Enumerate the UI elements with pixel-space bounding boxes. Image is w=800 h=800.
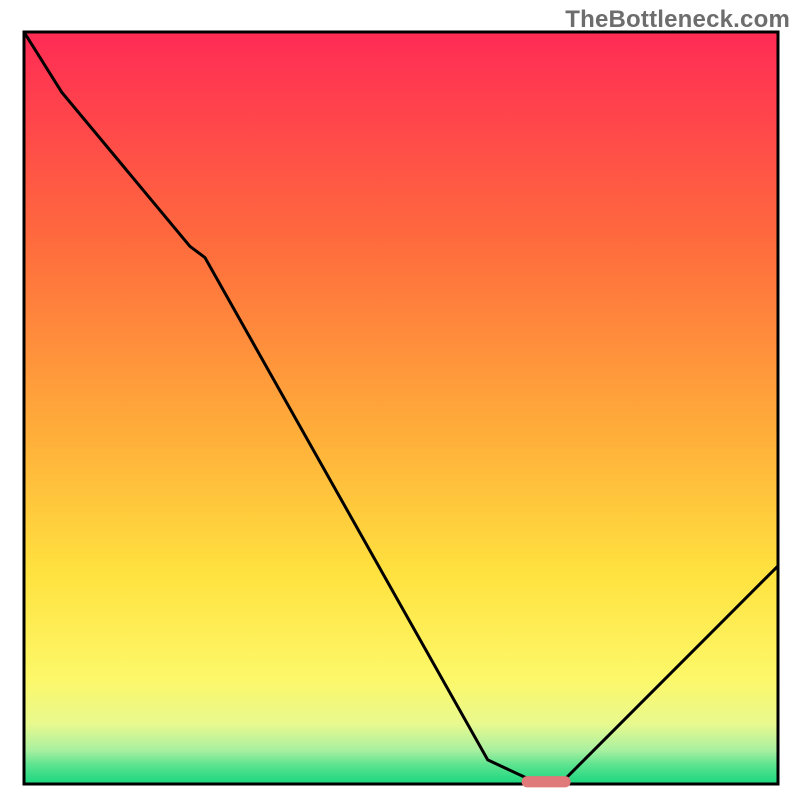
gradient-background	[24, 32, 778, 784]
bottleneck-chart: TheBottleneck.com	[0, 0, 800, 800]
chart-svg	[0, 0, 800, 800]
optimal-marker	[522, 776, 571, 787]
watermark-text: TheBottleneck.com	[565, 6, 790, 34]
